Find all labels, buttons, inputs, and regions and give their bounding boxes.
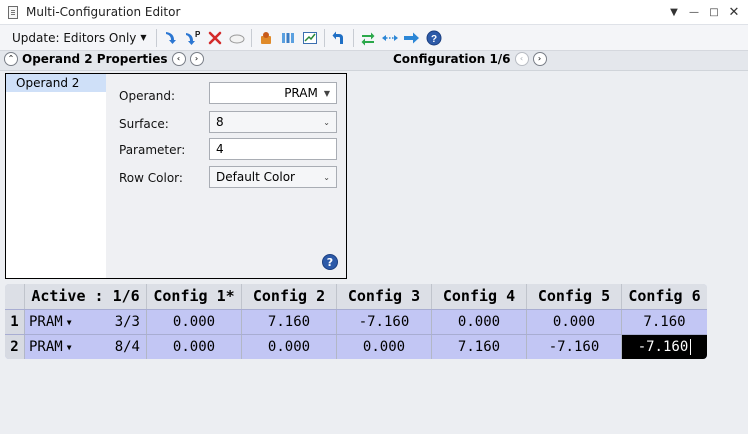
toolbar-separator	[155, 28, 157, 47]
value-cell[interactable]: 7.160	[242, 310, 337, 335]
row-color-value: Default Color	[216, 170, 295, 184]
properties-header: ⌃ Operand 2 Properties ‹ ›	[4, 52, 204, 66]
title-bar: Multi-Configuration Editor ▼ — □ ✕	[0, 0, 748, 25]
value-cell[interactable]: 0.000	[147, 310, 242, 335]
column-header-config-5[interactable]: Config 5	[527, 284, 622, 309]
update-mode-label: Update: Editors Only	[12, 30, 137, 45]
corner-cell	[5, 284, 25, 309]
panel-header: ⌃ Operand 2 Properties ‹ › Configuration…	[0, 51, 748, 71]
properties-panel: Operand 2 Operand: PRAM ▼ Surface: 8 ⌄ P…	[5, 73, 347, 279]
table-row: 2 PRAM ▼ 8/4 0.000 0.000 0.000 7.160 -7.…	[5, 334, 707, 359]
properties-title: Operand 2 Properties	[22, 52, 168, 66]
row-color-label: Row Color:	[119, 171, 183, 185]
operand-value: PRAM	[284, 86, 318, 100]
maximize-icon[interactable]: □	[704, 2, 724, 22]
chevron-down-icon: ⌄	[323, 117, 330, 127]
operand-select[interactable]: PRAM ▼	[209, 82, 337, 104]
value-cell[interactable]: 7.160	[432, 335, 527, 359]
collapse-icon[interactable]: ⌃	[4, 52, 18, 66]
surface-value: 8	[216, 115, 224, 129]
svg-text:?: ?	[430, 34, 436, 45]
surface-select[interactable]: 8 ⌄	[209, 111, 337, 133]
next-icon[interactable]	[402, 28, 422, 48]
expand-icon[interactable]	[380, 28, 400, 48]
chart-icon[interactable]	[300, 28, 320, 48]
document-icon	[8, 5, 18, 19]
update-mode-dropdown[interactable]: Update: Editors Only ▼	[12, 31, 147, 45]
column-header-config-1[interactable]: Config 1*	[147, 284, 242, 309]
toolbar-separator	[352, 28, 354, 47]
chevron-down-icon[interactable]: ▼	[664, 2, 684, 22]
chevron-left-icon[interactable]: ‹	[171, 52, 186, 66]
operand-cell[interactable]: PRAM ▼ 3/3	[25, 310, 147, 335]
value-cell[interactable]: 0.000	[432, 310, 527, 335]
insert-after-icon[interactable]: P	[183, 28, 203, 48]
properties-form: Operand: PRAM ▼ Surface: 8 ⌄ Parameter: …	[106, 74, 346, 278]
column-header-config-6[interactable]: Config 6	[622, 284, 707, 309]
ellipse-icon[interactable]	[227, 28, 247, 48]
properties-list: Operand 2	[6, 74, 106, 278]
parameter-value: 4	[216, 142, 224, 156]
column-header-config-4[interactable]: Config 4	[432, 284, 527, 309]
row-number[interactable]: 1	[5, 310, 25, 335]
configuration-header: Configuration 1/6 ‹ ›	[393, 52, 547, 66]
operand-label: Operand:	[119, 89, 175, 103]
value-cell[interactable]: 0.000	[242, 335, 337, 359]
chevron-left-icon[interactable]: ‹	[514, 52, 529, 66]
column-header-config-2[interactable]: Config 2	[242, 284, 337, 309]
operand-type: PRAM	[29, 314, 63, 330]
swap-icon[interactable]	[358, 28, 378, 48]
undo-icon[interactable]	[329, 28, 349, 48]
svg-text:P: P	[195, 30, 201, 39]
value-cell[interactable]: 0.000	[147, 335, 242, 359]
solve-icon[interactable]	[256, 28, 276, 48]
parameter-input[interactable]: 4	[209, 138, 337, 160]
surface-label: Surface:	[119, 117, 169, 131]
help-icon[interactable]: ?	[322, 254, 338, 270]
config-grid: Active : 1/6 Config 1* Config 2 Config 3…	[5, 284, 707, 359]
table-row: 1 PRAM ▼ 3/3 0.000 7.160 -7.160 0.000 0.…	[5, 309, 707, 335]
column-header-active[interactable]: Active : 1/6	[25, 284, 147, 309]
selected-value-cell[interactable]: -7.160	[622, 335, 707, 359]
chevron-down-icon: ▼	[140, 33, 147, 42]
chevron-right-icon[interactable]: ›	[532, 52, 547, 66]
chevron-right-icon[interactable]: ›	[189, 52, 204, 66]
list-item-operand-2[interactable]: Operand 2	[6, 74, 106, 92]
value-cell[interactable]: -7.160	[337, 310, 432, 335]
row-color-select[interactable]: Default Color ⌄	[209, 166, 337, 188]
grid-header-row: Active : 1/6 Config 1* Config 2 Config 3…	[5, 284, 707, 309]
insert-operand-icon[interactable]	[161, 28, 181, 48]
operand-cell[interactable]: PRAM ▼ 8/4	[25, 335, 147, 359]
value-cell[interactable]: 0.000	[527, 310, 622, 335]
chevron-down-icon: ▼	[323, 88, 330, 98]
toolbar-separator	[323, 28, 325, 47]
text-cursor	[690, 339, 692, 355]
chevron-down-icon[interactable]: ▼	[67, 310, 72, 335]
help-icon[interactable]: ?	[424, 28, 444, 48]
operand-params: 8/4	[114, 339, 140, 355]
window-controls: ▼ — □ ✕	[664, 2, 744, 22]
value-cell[interactable]: -7.160	[527, 335, 622, 359]
chevron-down-icon[interactable]: ▼	[67, 335, 72, 359]
window-title: Multi-Configuration Editor	[26, 5, 181, 19]
config-icon[interactable]	[278, 28, 298, 48]
close-icon[interactable]: ✕	[724, 2, 744, 22]
minimize-icon[interactable]: —	[684, 2, 704, 22]
value-cell[interactable]: 7.160	[622, 310, 707, 335]
chevron-down-icon: ⌄	[323, 172, 330, 182]
parameter-label: Parameter:	[119, 143, 186, 157]
toolbar: Update: Editors Only ▼ P ?	[0, 25, 748, 51]
row-number[interactable]: 2	[5, 335, 25, 359]
selected-value: -7.160	[637, 339, 689, 355]
delete-icon[interactable]	[205, 28, 225, 48]
operand-type: PRAM	[29, 339, 63, 355]
toolbar-separator	[250, 28, 252, 47]
column-header-config-3[interactable]: Config 3	[337, 284, 432, 309]
configuration-label: Configuration 1/6	[393, 52, 511, 66]
operand-params: 3/3	[114, 314, 140, 330]
value-cell[interactable]: 0.000	[337, 335, 432, 359]
